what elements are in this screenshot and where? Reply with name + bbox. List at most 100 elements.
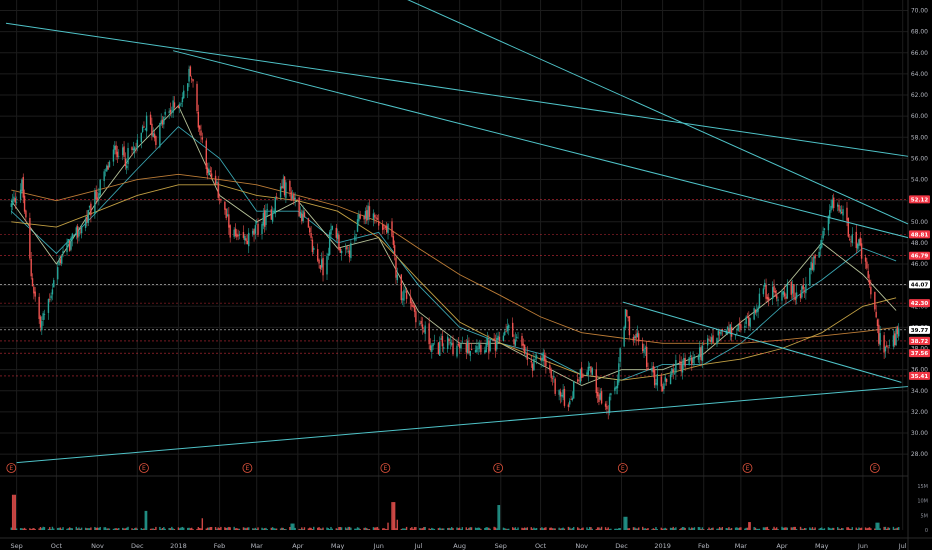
- volume-bar: [384, 528, 387, 530]
- volume-bar: [164, 528, 166, 530]
- candle-body: [632, 337, 635, 341]
- volume-bar: [237, 528, 239, 530]
- volume-bar: [448, 527, 450, 530]
- candle-body: [144, 129, 146, 130]
- volume-bar: [488, 527, 490, 530]
- volume-bar: [461, 527, 464, 530]
- candle-body: [271, 212, 274, 222]
- volume-bar: [228, 526, 230, 530]
- volume-bar: [233, 526, 235, 530]
- volume-bar: [823, 528, 826, 530]
- candle-body: [624, 309, 627, 328]
- volume-bar: [344, 527, 347, 530]
- volume-bar: [838, 528, 840, 530]
- volume-bar: [242, 527, 245, 530]
- candle-body: [626, 310, 628, 317]
- volume-bar: [504, 528, 506, 530]
- volume-bar: [274, 528, 276, 530]
- candle-body: [864, 257, 867, 262]
- candle-body: [126, 165, 128, 169]
- candle-body: [534, 359, 536, 361]
- volume-bar: [590, 527, 592, 530]
- volume-bar: [41, 528, 43, 530]
- volume-bar: [229, 527, 231, 530]
- volume-bar: [321, 528, 323, 530]
- volume-bar: [672, 526, 674, 530]
- volume-bar: [753, 526, 755, 530]
- candle-body: [623, 326, 625, 347]
- candle-body: [465, 343, 467, 353]
- volume-bar: [534, 528, 536, 530]
- candle-body: [25, 210, 27, 218]
- candle-body: [661, 386, 664, 392]
- candle-body: [618, 363, 620, 383]
- volume-bar: [875, 522, 877, 530]
- volume-bar: [624, 516, 627, 530]
- volume-bar: [850, 529, 852, 530]
- volume-bar: [266, 529, 269, 530]
- price-tag-label: 52.12: [911, 197, 929, 203]
- volume-bar: [187, 527, 189, 530]
- candle-body: [701, 345, 704, 361]
- volume-bar: [159, 526, 161, 530]
- candle-body: [754, 309, 757, 313]
- volume-bar: [858, 527, 860, 530]
- volume-bar: [458, 527, 461, 530]
- volume-bar: [580, 528, 583, 530]
- volume-bar: [709, 528, 712, 530]
- volume-bar: [665, 528, 668, 530]
- volume-bar: [496, 528, 498, 530]
- candle-body: [635, 334, 637, 339]
- volume-bar: [468, 527, 470, 530]
- volume-bar: [79, 528, 81, 530]
- volume-bar: [188, 527, 190, 530]
- volume-bar: [774, 528, 777, 530]
- candle-body: [895, 329, 897, 346]
- volume-bar: [301, 527, 303, 530]
- candle-body: [228, 214, 230, 228]
- candle-body: [177, 105, 180, 109]
- volume-bar: [367, 528, 369, 530]
- volume-bar: [132, 529, 135, 530]
- time-tick-label: Jul: [898, 542, 907, 550]
- volume-bar: [730, 528, 733, 530]
- candle-body: [15, 201, 18, 203]
- candle-body: [450, 343, 453, 345]
- volume-bar: [135, 527, 137, 530]
- time-tick-label: Oct: [51, 542, 63, 550]
- volume-bar: [429, 528, 432, 530]
- candle-body: [689, 355, 692, 358]
- volume-bar: [604, 527, 607, 530]
- volume-bar: [47, 528, 50, 530]
- volume-bar: [58, 527, 60, 530]
- volume-bar: [420, 528, 422, 530]
- time-tick-label: Nov: [91, 542, 104, 550]
- price-tag-label: 46.79: [911, 254, 929, 260]
- volume-bar: [892, 526, 895, 530]
- candle-body: [456, 345, 458, 357]
- volume-bar: [720, 528, 722, 530]
- volume-bar: [238, 528, 241, 530]
- candle-body: [290, 191, 292, 201]
- volume-bar: [531, 528, 534, 530]
- candle-body: [179, 103, 181, 107]
- candle-body: [683, 357, 685, 365]
- volume-bar: [728, 527, 730, 530]
- volume-bar: [712, 527, 714, 530]
- time-tick-label: Dec: [131, 542, 144, 550]
- volume-bar: [638, 527, 640, 530]
- candle-body: [356, 219, 359, 232]
- candle-body: [829, 210, 831, 219]
- stock-chart[interactable]: EEEEEEEE 28.0030.0032.0034.0036.0038.004…: [0, 0, 932, 550]
- volume-bar: [577, 527, 579, 530]
- volume-bar: [708, 527, 710, 530]
- volume-bar: [366, 528, 368, 530]
- volume-bar: [839, 529, 842, 530]
- volume-bar: [684, 527, 686, 530]
- candle-body: [530, 360, 532, 363]
- candle-body: [517, 337, 519, 339]
- candle-body: [309, 227, 311, 233]
- candle-body: [856, 243, 859, 249]
- candle-body: [359, 214, 361, 219]
- candle-body: [168, 111, 170, 113]
